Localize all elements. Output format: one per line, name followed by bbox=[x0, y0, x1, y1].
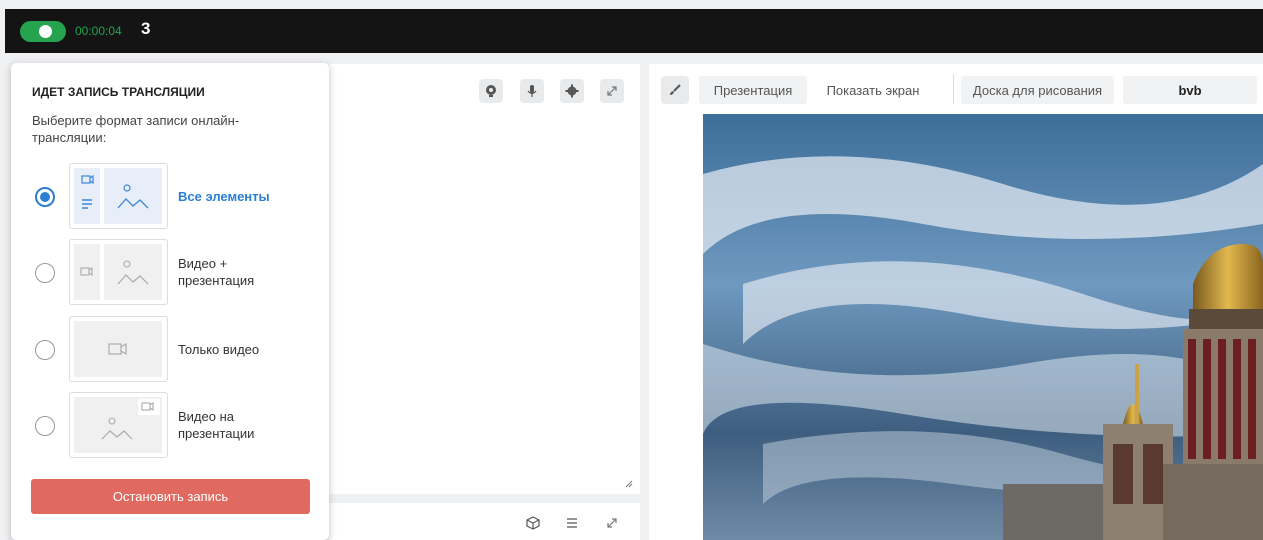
microphone-icon[interactable] bbox=[520, 79, 544, 103]
option-label: Видео + презентация bbox=[178, 256, 255, 288]
chat-panel bbox=[329, 503, 640, 540]
dropdown-title: ИДЕТ ЗАПИСЬ ТРАНСЛЯЦИИ bbox=[32, 85, 205, 99]
presentation-slide-image bbox=[703, 114, 1263, 540]
layout-thumbnail bbox=[69, 392, 168, 458]
expand-icon[interactable] bbox=[600, 79, 624, 103]
option-label: Только видео bbox=[178, 342, 260, 357]
tab-bvb[interactable]: bvb bbox=[1123, 76, 1257, 104]
option-label: Все элементы bbox=[178, 189, 270, 204]
participant-count: 3 bbox=[141, 19, 151, 38]
dropdown-subtitle: Выберите формат записи онлайн-трансляции… bbox=[32, 113, 240, 145]
toolbar-divider bbox=[953, 74, 954, 104]
cube-icon[interactable] bbox=[521, 511, 545, 535]
layout-thumbnail bbox=[69, 163, 168, 229]
option-label: Видео на презентации bbox=[178, 409, 255, 441]
recording-timer: 00:00:04 bbox=[75, 24, 122, 38]
video-panel bbox=[329, 64, 640, 494]
tab-presentation[interactable]: Презентация bbox=[699, 76, 807, 104]
tab-whiteboard[interactable]: Доска для рисования bbox=[961, 76, 1114, 104]
layout-thumbnail bbox=[69, 316, 168, 382]
expand-icon[interactable] bbox=[600, 511, 624, 535]
radio-button[interactable] bbox=[35, 187, 55, 207]
toggle-knob bbox=[39, 25, 52, 38]
radio-button[interactable] bbox=[35, 340, 55, 360]
recording-toggle[interactable] bbox=[20, 21, 66, 42]
layout-thumbnail bbox=[69, 239, 168, 305]
webcam-icon[interactable] bbox=[479, 79, 503, 103]
resize-handle-icon[interactable] bbox=[625, 480, 633, 488]
top-bar: 00:00:04 3 bbox=[5, 9, 1263, 53]
menu-icon[interactable] bbox=[560, 511, 584, 535]
option-video-presentation[interactable]: Видео + презентация bbox=[11, 239, 329, 307]
recording-format-dropdown: ИДЕТ ЗАПИСЬ ТРАНСЛЯЦИИ Выберите формат з… bbox=[11, 63, 329, 540]
radio-button[interactable] bbox=[35, 416, 55, 436]
option-all-elements[interactable]: Все элементы bbox=[11, 163, 329, 231]
radio-button[interactable] bbox=[35, 263, 55, 283]
tab-share-screen[interactable]: Показать экран bbox=[817, 76, 929, 104]
option-video-only[interactable]: Только видео bbox=[11, 316, 329, 384]
presentation-panel: Презентация Показать экран Доска для рис… bbox=[649, 64, 1263, 540]
settings-icon[interactable] bbox=[560, 79, 584, 103]
brush-icon[interactable] bbox=[661, 76, 689, 104]
stop-recording-button[interactable]: Остановить запись bbox=[31, 479, 310, 514]
option-video-on-presentation[interactable]: Видео на презентации bbox=[11, 392, 329, 460]
